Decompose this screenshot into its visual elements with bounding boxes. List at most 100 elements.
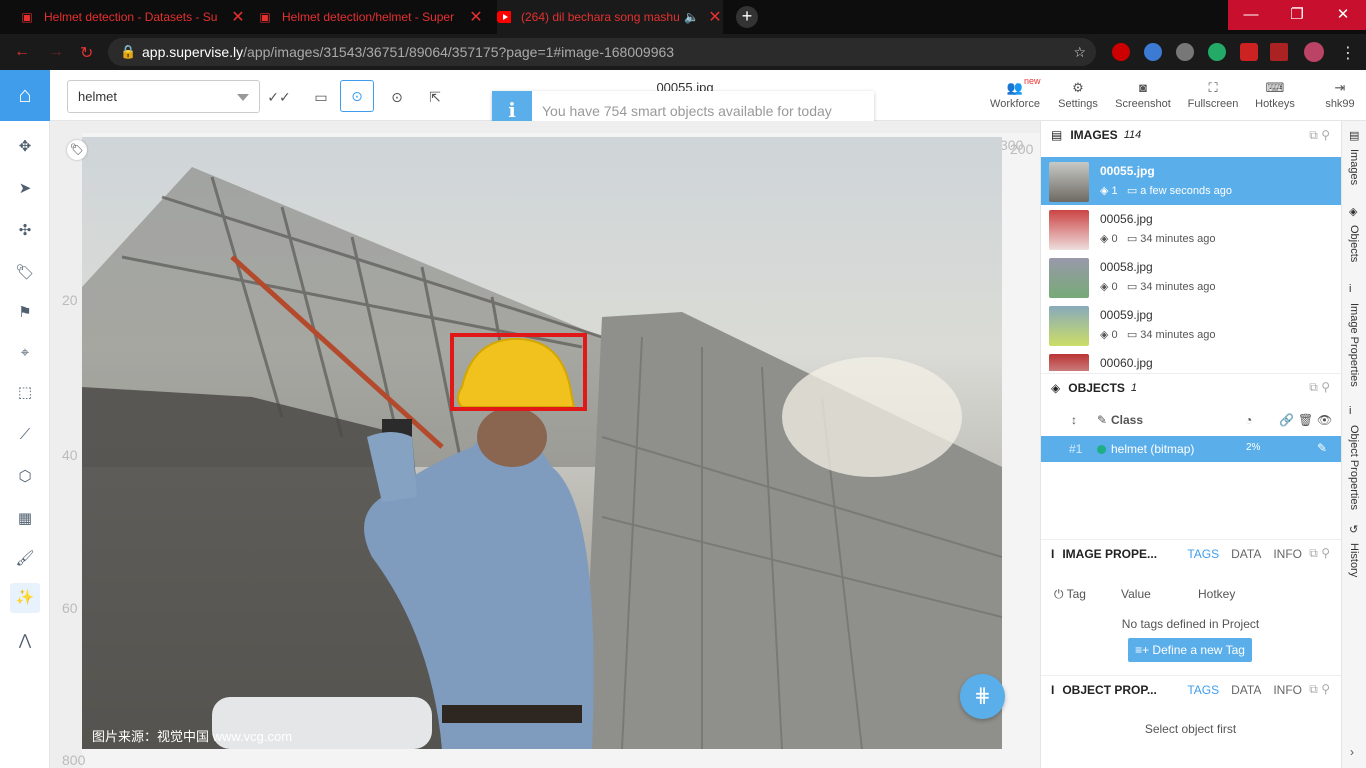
playlist-icon[interactable] xyxy=(1270,43,1288,61)
lock-icon: 🔒 xyxy=(120,44,137,59)
eye-icon[interactable]: 👁 xyxy=(1317,413,1332,427)
image-list-item[interactable]: 00055.jpg ◈ 1 ▭ a few seconds ago xyxy=(1041,157,1342,205)
download-icon[interactable] xyxy=(1176,43,1194,61)
reload-icon[interactable]: ↻ xyxy=(80,43,93,63)
annotated-image[interactable] xyxy=(82,137,1002,749)
adjust-image-button[interactable]: ⋕ xyxy=(960,674,1005,719)
object-row[interactable]: #1 helmet (bitmap) 2% ✎ xyxy=(1041,436,1342,462)
polygon-tool[interactable]: ⬡ xyxy=(10,462,40,492)
vtab-object-properties[interactable]: i Object Properties xyxy=(1342,405,1366,515)
url-field[interactable]: 🔒 app.supervise.ly/app/images/31543/3675… xyxy=(108,38,1096,66)
add-list-icon: ≡+ xyxy=(1135,643,1153,657)
menu-icon[interactable]: ⋮ xyxy=(1340,43,1356,63)
check-all-button[interactable]: ✓✓ xyxy=(266,84,292,110)
tag-icon[interactable]: 🏷 xyxy=(67,140,87,160)
image-list-item[interactable]: 00060.jpg xyxy=(1041,349,1342,371)
restore-button[interactable]: ❐ xyxy=(1274,0,1320,30)
ruler-label: 800 xyxy=(62,752,86,768)
close-tab-icon[interactable]: ✕ xyxy=(230,7,246,27)
images-icon: ▤ xyxy=(1051,128,1063,142)
avatar[interactable] xyxy=(1304,42,1324,62)
thumbnail xyxy=(1049,210,1089,250)
image-properties-header: i IMAGE PROPE... TAGS DATA INFO ⧉ ⚲ xyxy=(1041,539,1342,567)
no-tags-message: No tags defined in Project xyxy=(1121,617,1260,631)
hotkeys-button[interactable]: ⌨ Hotkeys xyxy=(1250,78,1300,116)
tab-data[interactable]: DATA xyxy=(1231,683,1261,697)
image-list-item[interactable]: 00056.jpg ◈ 0 ▭ 34 minutes ago xyxy=(1041,205,1342,253)
tab-info[interactable]: INFO xyxy=(1273,683,1302,697)
puzzle-icon[interactable] xyxy=(1240,43,1258,61)
ruler-left xyxy=(50,121,82,768)
user-logout-button[interactable]: ⇥ shk99 xyxy=(1320,78,1360,116)
image-list-item[interactable]: 00059.jpg ◈ 0 ▭ 34 minutes ago xyxy=(1041,301,1342,349)
rectangle-tool[interactable]: ⬚ xyxy=(10,378,40,408)
ruler-top xyxy=(50,121,1040,133)
close-window-button[interactable]: ✕ xyxy=(1320,0,1366,30)
tab-data[interactable]: DATA xyxy=(1231,547,1261,561)
home-button[interactable]: ⌂ xyxy=(0,70,50,121)
brush-tool[interactable]: 🖌 xyxy=(10,544,40,574)
extension-icon[interactable] xyxy=(1112,43,1130,61)
smart-tool-button[interactable]: ⊙ xyxy=(340,80,374,112)
history-icon: ↺ xyxy=(1349,524,1359,536)
polyline-tool[interactable]: ⟋ xyxy=(10,420,40,450)
info-icon: i xyxy=(1051,546,1055,561)
chevron-down-icon xyxy=(237,94,249,101)
chevron-right-icon[interactable]: › xyxy=(1350,745,1354,759)
image-list-item[interactable]: 00058.jpg ◈ 0 ▭ 34 minutes ago xyxy=(1041,253,1342,301)
browser-tab-bar: ▣ Helmet detection - Datasets - Su ✕ ▣ H… xyxy=(0,0,1366,34)
pan-tool[interactable]: ✥ xyxy=(10,132,40,162)
minimize-button[interactable]: — xyxy=(1228,0,1274,30)
fullscreen-button[interactable]: ⛶ Fullscreen xyxy=(1184,78,1242,116)
select-tool[interactable]: ➤ xyxy=(10,174,40,204)
area-icon: ◔ xyxy=(1245,413,1253,427)
magic-wand-icon: ✨ xyxy=(15,589,35,606)
drag-tool[interactable]: ✣ xyxy=(10,216,40,246)
browser-tab-2[interactable]: ▣ Helmet detection/helmet - Super ✕ xyxy=(258,0,484,34)
edit-filter-icon[interactable]: ⧉ ⚲ xyxy=(1309,682,1330,697)
define-tag-button[interactable]: ≡+ Define a new Tag xyxy=(1128,638,1252,662)
tab-info[interactable]: INFO xyxy=(1273,547,1302,561)
rectangle-icon: ⬚ xyxy=(17,384,33,401)
tag-icon: 🏷 xyxy=(15,264,35,281)
extension-icon[interactable] xyxy=(1208,43,1226,61)
forward-icon[interactable]: → xyxy=(48,43,64,61)
trash-icon[interactable]: 🗑 xyxy=(1298,413,1313,427)
vtab-image-properties[interactable]: i Image Properties xyxy=(1342,283,1366,393)
new-tab-button[interactable]: + xyxy=(736,6,758,28)
extension-icon[interactable] xyxy=(1144,43,1162,61)
vtab-history[interactable]: ↺ History xyxy=(1342,523,1366,593)
close-tab-icon[interactable]: ✕ xyxy=(707,7,723,27)
browser-tab-1[interactable]: ▣ Helmet detection - Datasets - Su ✕ xyxy=(20,0,246,34)
edit-icon[interactable]: ✎ xyxy=(1317,441,1327,455)
image-view-button[interactable]: ▭ xyxy=(308,84,334,110)
settings-button[interactable]: ⚙ Settings xyxy=(1052,78,1104,116)
screenshot-button[interactable]: ◙ Screenshot xyxy=(1112,78,1174,116)
back-icon[interactable]: ← xyxy=(14,43,30,61)
tab-tags[interactable]: TAGS xyxy=(1187,547,1219,561)
close-tab-icon[interactable]: ✕ xyxy=(468,7,484,27)
target-check-icon: ⊙ xyxy=(351,88,363,104)
pointer-tool-button[interactable]: ⇱ xyxy=(422,84,448,110)
smart-tool[interactable]: ✨ xyxy=(10,583,40,613)
move-icon: ✥ xyxy=(18,138,32,155)
flag-tool[interactable]: ⚑ xyxy=(10,298,40,328)
edit-filter-icon[interactable]: ⧉ ⚲ xyxy=(1309,546,1330,561)
tab-tags[interactable]: TAGS xyxy=(1187,683,1219,697)
tag-tool[interactable]: 🏷 xyxy=(10,258,40,288)
vtab-images[interactable]: ▤ Images xyxy=(1342,129,1366,199)
bitmap-tool[interactable]: ▦ xyxy=(10,504,40,534)
filter-icon[interactable]: ⧉ ⚲ xyxy=(1309,380,1330,395)
filter-icon[interactable]: ⧉ ⚲ xyxy=(1309,128,1330,143)
star-icon[interactable]: ☆ xyxy=(1073,38,1086,66)
helmet-bounding-box[interactable] xyxy=(450,333,587,411)
point-tool[interactable]: ⌖ xyxy=(10,338,40,368)
double-check-icon: ✓✓ xyxy=(267,89,291,105)
link-icon[interactable]: 🔗 xyxy=(1279,413,1294,427)
class-select[interactable]: helmet xyxy=(67,80,260,113)
browser-tab-3[interactable]: (264) dil bechara song mashu 🔈 ✕ xyxy=(497,0,723,34)
vtab-objects[interactable]: ◈ Objects xyxy=(1342,205,1366,275)
sort-icon[interactable]: ↕ xyxy=(1071,413,1077,427)
target-remove-button[interactable]: ⊙ xyxy=(384,84,410,110)
graph-tool[interactable]: ⋀ xyxy=(10,626,40,656)
